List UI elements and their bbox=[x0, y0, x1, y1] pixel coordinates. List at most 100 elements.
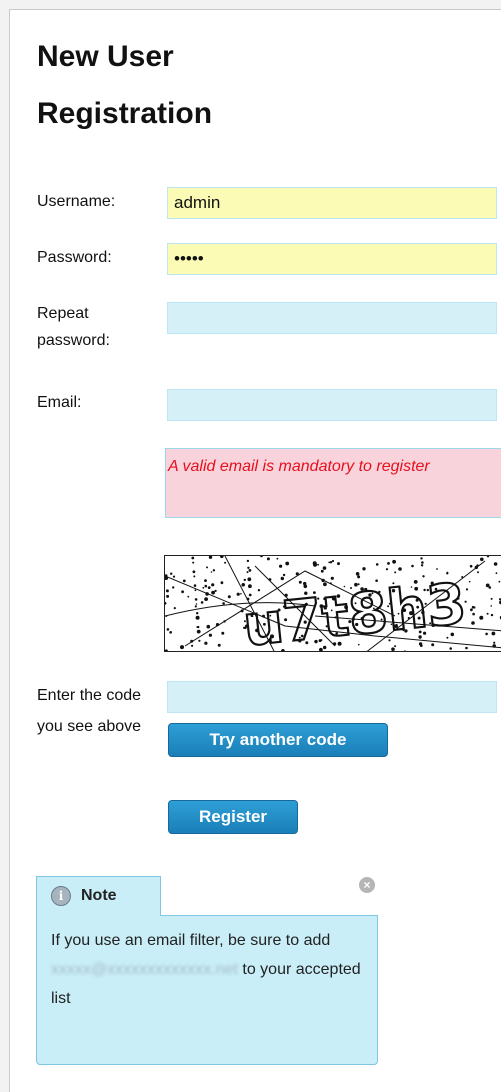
captcha-noise-dot bbox=[432, 651, 434, 652]
try-another-code-button[interactable]: Try another code bbox=[168, 723, 388, 757]
captcha-noise-dot bbox=[357, 575, 361, 579]
username-input[interactable] bbox=[167, 187, 497, 219]
captcha-noise-dot bbox=[195, 603, 198, 605]
captcha-noise-dot bbox=[172, 575, 176, 578]
captcha-noise-dot bbox=[181, 590, 184, 594]
username-label: Username: bbox=[37, 193, 116, 210]
captcha-noise-dot bbox=[490, 613, 494, 617]
captcha-noise-dot bbox=[420, 564, 424, 567]
captcha-noise-dot bbox=[431, 643, 435, 647]
captcha-noise-dot bbox=[243, 578, 246, 582]
captcha-noise-dot bbox=[468, 580, 471, 583]
captcha-noise-dot bbox=[317, 563, 319, 566]
captcha-noise-dot bbox=[214, 589, 217, 592]
page-title: New User Registration bbox=[37, 40, 213, 130]
captcha-noise-dot bbox=[471, 621, 475, 625]
captcha-noise-dot bbox=[285, 561, 290, 566]
captcha-noise-dot bbox=[208, 633, 212, 637]
captcha-noise-dot bbox=[224, 561, 227, 564]
captcha-noise-dot bbox=[312, 561, 317, 566]
captcha-noise-dot bbox=[220, 581, 224, 585]
captcha-noise-dot bbox=[470, 608, 473, 612]
captcha-noise: u7t8h3 bbox=[165, 556, 501, 652]
captcha-noise-dot bbox=[329, 561, 333, 564]
captcha-noise-dot bbox=[194, 598, 198, 601]
captcha-noise-dot bbox=[486, 556, 490, 558]
captcha-noise-dot bbox=[166, 594, 170, 598]
repeat-password-input[interactable] bbox=[167, 302, 497, 334]
captcha-noise-dot bbox=[375, 563, 379, 566]
captcha-noise-dot bbox=[398, 567, 402, 571]
captcha-noise-dot bbox=[266, 557, 270, 561]
captcha-noise-dot bbox=[420, 557, 423, 560]
password-input[interactable] bbox=[167, 243, 497, 275]
captcha-noise-dot bbox=[180, 645, 184, 650]
captcha-noise-dot bbox=[436, 568, 438, 570]
captcha-noise-dot bbox=[166, 628, 170, 631]
captcha-noise-dot bbox=[493, 562, 498, 566]
captcha-noise-dot bbox=[200, 601, 204, 604]
captcha-noise-dot bbox=[195, 615, 200, 620]
captcha-noise-dot bbox=[490, 597, 493, 600]
captcha-noise-dot bbox=[221, 631, 225, 635]
note-box: If you use an email filter, be sure to a… bbox=[36, 915, 378, 1065]
captcha-noise-dot bbox=[260, 556, 263, 558]
captcha-noise-dot bbox=[330, 576, 334, 580]
captcha-input[interactable] bbox=[167, 681, 497, 713]
captcha-noise-dot bbox=[322, 566, 327, 570]
captcha-noise-dot bbox=[194, 605, 197, 608]
captcha-noise-dot bbox=[191, 556, 195, 560]
email-input[interactable] bbox=[167, 389, 497, 421]
captcha-noise-dot bbox=[172, 586, 175, 589]
captcha-noise-dot bbox=[193, 584, 197, 587]
captcha-noise-dot bbox=[165, 601, 167, 605]
captcha-noise-dot bbox=[320, 569, 324, 573]
captcha-noise-dot bbox=[246, 559, 250, 563]
captcha-noise-dot bbox=[337, 562, 340, 566]
captcha-noise-dot bbox=[404, 650, 406, 651]
captcha-noise-dot bbox=[473, 606, 476, 609]
captcha-noise-dot bbox=[392, 559, 396, 564]
captcha-noise-dot bbox=[182, 579, 186, 583]
captcha-noise-dot bbox=[362, 567, 366, 571]
captcha-noise-dot bbox=[276, 557, 279, 560]
captcha-noise-dot bbox=[486, 612, 489, 615]
captcha-noise-dot bbox=[206, 566, 208, 569]
captcha-noise-dot bbox=[247, 577, 252, 582]
captcha-noise-dot bbox=[222, 602, 225, 605]
email-label: Email: bbox=[37, 394, 82, 411]
captcha-noise-dot bbox=[198, 639, 201, 642]
captcha-noise-dot bbox=[485, 632, 488, 636]
captcha-noise-dot bbox=[187, 595, 190, 598]
captcha-noise-dot bbox=[211, 590, 215, 595]
captcha-noise-dot bbox=[206, 624, 211, 629]
captcha-noise-dot bbox=[211, 583, 215, 587]
captcha-noise-dot bbox=[207, 586, 211, 589]
captcha-noise-dot bbox=[355, 572, 360, 576]
captcha-noise-dot bbox=[490, 605, 493, 607]
repeat-password-label: Repeat password: bbox=[37, 305, 110, 349]
captcha-noise-dot bbox=[493, 641, 496, 644]
captcha-noise-dot bbox=[421, 561, 424, 564]
captcha-noise-dot bbox=[469, 564, 473, 568]
captcha-noise-dot bbox=[204, 597, 208, 601]
captcha-noise-dot bbox=[241, 583, 245, 587]
captcha-noise-dot bbox=[196, 612, 199, 615]
captcha-noise-dot bbox=[280, 576, 284, 581]
captcha-noise-dot bbox=[192, 570, 196, 574]
captcha-noise-dot bbox=[394, 571, 397, 574]
register-button[interactable]: Register bbox=[168, 800, 298, 834]
close-icon[interactable]: × bbox=[359, 877, 375, 893]
captcha-noise-dot bbox=[480, 557, 484, 562]
info-icon: i bbox=[51, 885, 71, 906]
captcha-noise-dot bbox=[491, 631, 496, 636]
captcha-noise-dot bbox=[165, 589, 169, 593]
captcha-noise-dot bbox=[385, 568, 389, 571]
captcha-noise-dot bbox=[387, 562, 390, 565]
captcha-noise-dot bbox=[246, 571, 249, 574]
password-label: Password: bbox=[37, 249, 112, 266]
captcha-noise-dot bbox=[418, 642, 423, 646]
captcha-noise-dot bbox=[485, 583, 490, 588]
captcha-noise-dot bbox=[208, 556, 213, 559]
captcha-noise-dot bbox=[196, 629, 201, 634]
